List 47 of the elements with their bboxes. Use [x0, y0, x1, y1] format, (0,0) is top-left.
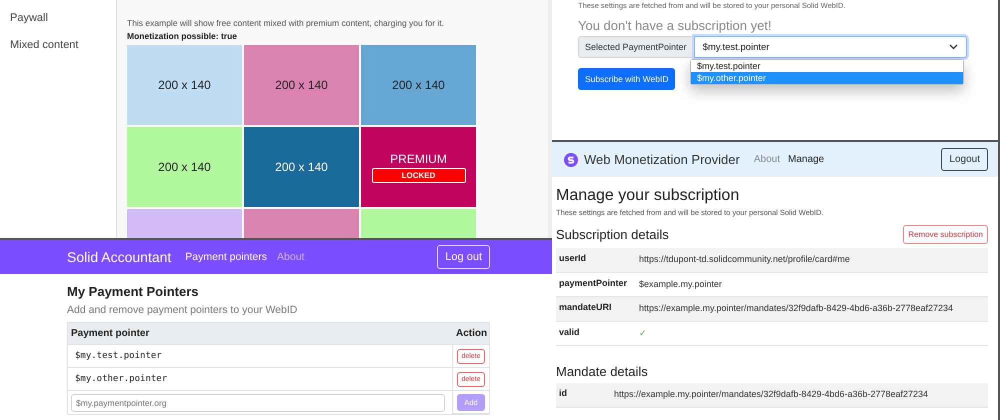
field-value: $example.my.pointer	[636, 272, 988, 297]
field-value: https://example.my.pointer/mandates/32f9dafb-8429-4bd6-a36b-2778eaf27234	[611, 383, 988, 408]
pointer-select[interactable]: $my.test.pointer	[694, 36, 967, 58]
brand-title[interactable]: Solid Accountant	[67, 249, 172, 265]
page-heading: My Payment Pointers	[67, 284, 200, 299]
tile-label: 200 x 140	[158, 160, 211, 174]
select-label: Selected PaymentPointer	[578, 36, 694, 58]
tile-label: 200 x 140	[392, 78, 445, 92]
field-value: https://example.my.pointer/mandates/32f9dafb-8429-4bd6-a36b-2778eaf27234	[636, 297, 988, 322]
field-key: userId	[556, 248, 636, 272]
remove-button[interactable]: Remove subscription	[903, 225, 988, 244]
field-key: mandateURI	[556, 297, 636, 322]
field-value: https://tdupont-td.solidcommunity.net/profile/card#me	[636, 248, 988, 272]
section-heading: Subscription details	[556, 227, 669, 242]
page-heading: Manage your subscription	[556, 187, 740, 205]
description-text: This example will show free content mixed with premium content, charging you for it.	[127, 18, 445, 28]
chevron-icon	[949, 44, 958, 50]
field-value: ✓	[636, 322, 988, 346]
locked-badge: LOCKED	[372, 168, 466, 182]
logout-button[interactable]: Log out	[437, 245, 490, 269]
subtitle-text: Add and remove payment pointers to your WebID	[67, 304, 298, 316]
field-key: valid	[556, 322, 636, 346]
sidebar-link[interactable]: Paywall	[10, 12, 116, 24]
nav-link[interactable]: Payment pointers	[185, 251, 268, 263]
column-header: Action	[453, 323, 489, 345]
nav-link[interactable]: About	[277, 251, 304, 263]
table-cell: $my.other.pointer	[68, 368, 453, 391]
status-text: Monetization possible: true	[127, 31, 238, 41]
field-key: paymentPointer	[556, 272, 636, 297]
tile-label: 200 x 140	[158, 78, 211, 92]
logo-icon	[564, 152, 578, 166]
subscribe-button[interactable]: Subscribe with WebID	[578, 68, 676, 90]
section-heading: Mandate details	[556, 364, 649, 379]
notice-text: You don't have a subscription yet!	[578, 18, 773, 33]
dropdown-option[interactable]: $my.other.pointer	[691, 72, 963, 84]
column-header: Payment pointer	[68, 323, 453, 345]
tile-label: 200 x 140	[275, 78, 328, 92]
nav-link[interactable]: About	[754, 154, 780, 165]
dropdown-option[interactable]: $my.test.pointer	[691, 60, 963, 72]
nav-link[interactable]: Manage	[788, 154, 824, 165]
tile-label: 200 x 140	[275, 160, 328, 174]
brand-title[interactable]: Web Monetization Provider	[584, 152, 740, 167]
table-cell: $my.test.pointer	[68, 345, 453, 368]
field-key: id	[556, 383, 611, 408]
logout-button[interactable]: Logout	[941, 148, 988, 171]
tile-label: PREMIUM	[390, 152, 447, 166]
sidebar-link[interactable]: Mixed content	[10, 39, 116, 51]
